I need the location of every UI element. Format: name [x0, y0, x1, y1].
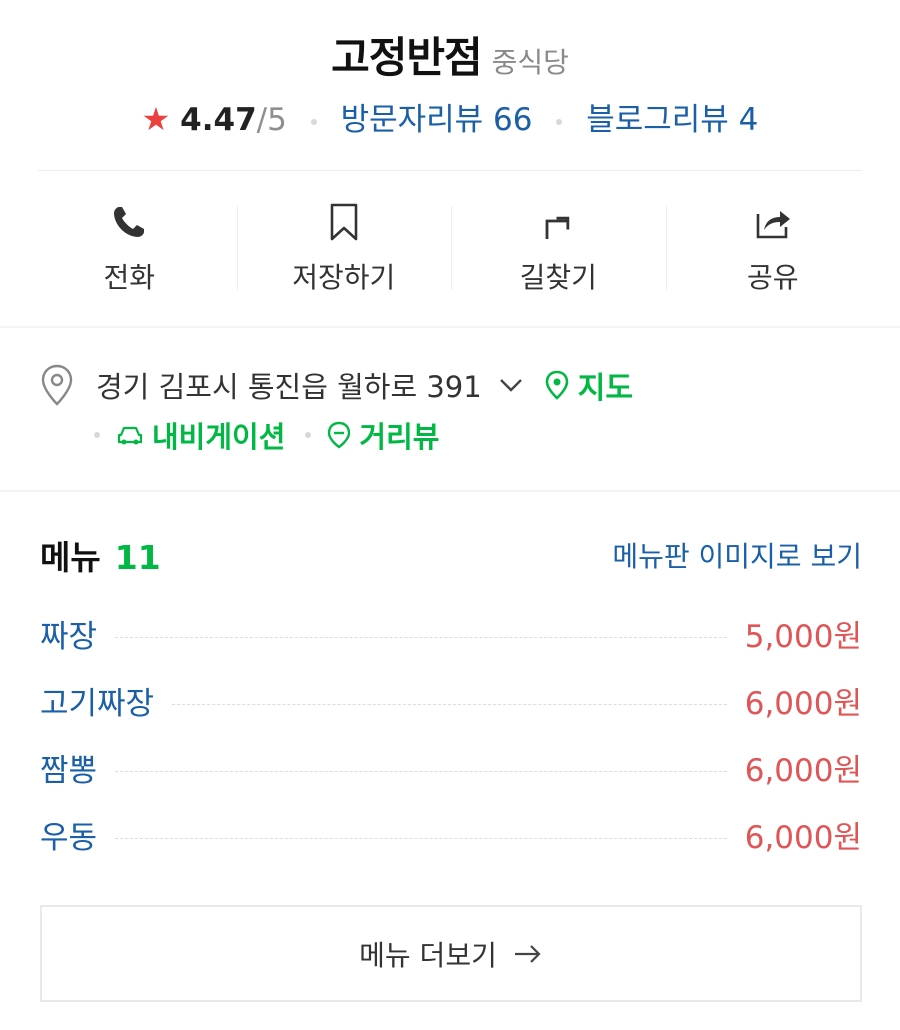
street-view-icon	[328, 421, 351, 449]
menu-header: 메뉴 11 메뉴판 이미지로 보기	[40, 530, 862, 580]
menu-more-label: 메뉴 더보기	[359, 938, 497, 972]
separator-dot	[94, 432, 100, 438]
chevron-down-icon[interactable]	[498, 376, 524, 394]
section-divider	[0, 490, 900, 492]
menu-more-button[interactable]: 메뉴 더보기	[40, 905, 862, 1002]
phone-icon	[114, 207, 145, 237]
section-divider	[0, 326, 900, 328]
street-view-link[interactable]: 거리뷰	[327, 414, 439, 456]
street-view-label: 거리뷰	[359, 420, 440, 454]
directions-button[interactable]: 길찾기	[451, 184, 666, 310]
rating-max: /5	[256, 102, 287, 138]
map-label: 지도	[577, 371, 633, 406]
menu-item-name: 우동	[40, 820, 98, 856]
action-bar: 전화 저장하기 길찾기 공유	[22, 184, 880, 310]
menu-list: 짜장 5,000원 고기짜장 6,000원 짬뽕 6,000원 우동 6,000…	[40, 612, 862, 880]
menu-item-name: 고기짜장	[40, 686, 155, 722]
share-button[interactable]: 공유	[665, 184, 881, 310]
menu-item-name: 짬뽕	[40, 753, 98, 789]
menu-item-name: 짜장	[40, 619, 98, 655]
menu-item-price: 6,000원	[744, 820, 862, 856]
separator-dot	[310, 118, 317, 125]
location-pin-icon	[41, 364, 73, 406]
menu-image-link[interactable]: 메뉴판 이미지로 보기	[612, 535, 862, 575]
star-icon: ★	[141, 100, 171, 138]
place-name: 고정반점	[331, 33, 483, 82]
visitor-review-link[interactable]: 방문자리뷰 66	[341, 102, 533, 138]
divider	[38, 170, 862, 171]
dotted-leader	[115, 746, 727, 772]
save-label: 저장하기	[292, 261, 396, 294]
call-label: 전화	[103, 261, 156, 294]
map-pin-icon	[545, 370, 569, 400]
navigation-label: 내비게이션	[152, 420, 286, 454]
dotted-leader	[172, 679, 727, 705]
dotted-leader	[115, 612, 727, 638]
menu-item[interactable]: 고기짜장 6,000원	[40, 679, 862, 746]
menu-item[interactable]: 우동 6,000원	[40, 813, 862, 880]
navigation-link[interactable]: 내비게이션	[116, 414, 285, 456]
menu-item[interactable]: 짬뽕 6,000원	[40, 746, 862, 813]
address-row: 경기 김포시 통진읍 월하로 391 지도	[40, 360, 633, 410]
rating-score: 4.47	[180, 102, 257, 138]
menu-count: 11	[114, 538, 161, 577]
place-header: 고정반점 중식당 ★ 4.47/5 방문자리뷰 66 블로그리뷰 4	[0, 0, 900, 172]
arrow-right-icon	[514, 944, 541, 963]
place-category: 중식당	[491, 46, 569, 79]
map-link[interactable]: 지도	[544, 363, 633, 407]
car-icon	[117, 426, 143, 445]
address-text: 경기 김포시 통진읍 월하로 391	[96, 370, 482, 404]
save-button[interactable]: 저장하기	[236, 184, 452, 310]
title-row: 고정반점 중식당	[0, 24, 900, 85]
menu-title: 메뉴	[40, 538, 101, 577]
menu-item-price: 6,000원	[744, 686, 862, 722]
separator-dot	[305, 432, 312, 438]
call-button[interactable]: 전화	[22, 184, 237, 310]
menu-item-price: 5,000원	[744, 619, 862, 655]
blog-review-link[interactable]: 블로그리뷰 4	[586, 102, 758, 138]
address-links-row: 내비게이션 거리뷰	[94, 412, 459, 458]
share-label: 공유	[746, 261, 799, 294]
rating-row: ★ 4.47/5 방문자리뷰 66 블로그리뷰 4	[0, 94, 900, 139]
dotted-leader	[115, 813, 727, 839]
directions-icon	[545, 216, 570, 239]
bookmark-icon	[330, 203, 358, 241]
share-icon	[756, 211, 790, 239]
directions-label: 길찾기	[519, 261, 597, 294]
separator-dot	[556, 118, 563, 125]
menu-title-group: 메뉴 11	[40, 531, 161, 579]
menu-item[interactable]: 짜장 5,000원	[40, 612, 862, 679]
menu-item-price: 6,000원	[744, 753, 862, 789]
